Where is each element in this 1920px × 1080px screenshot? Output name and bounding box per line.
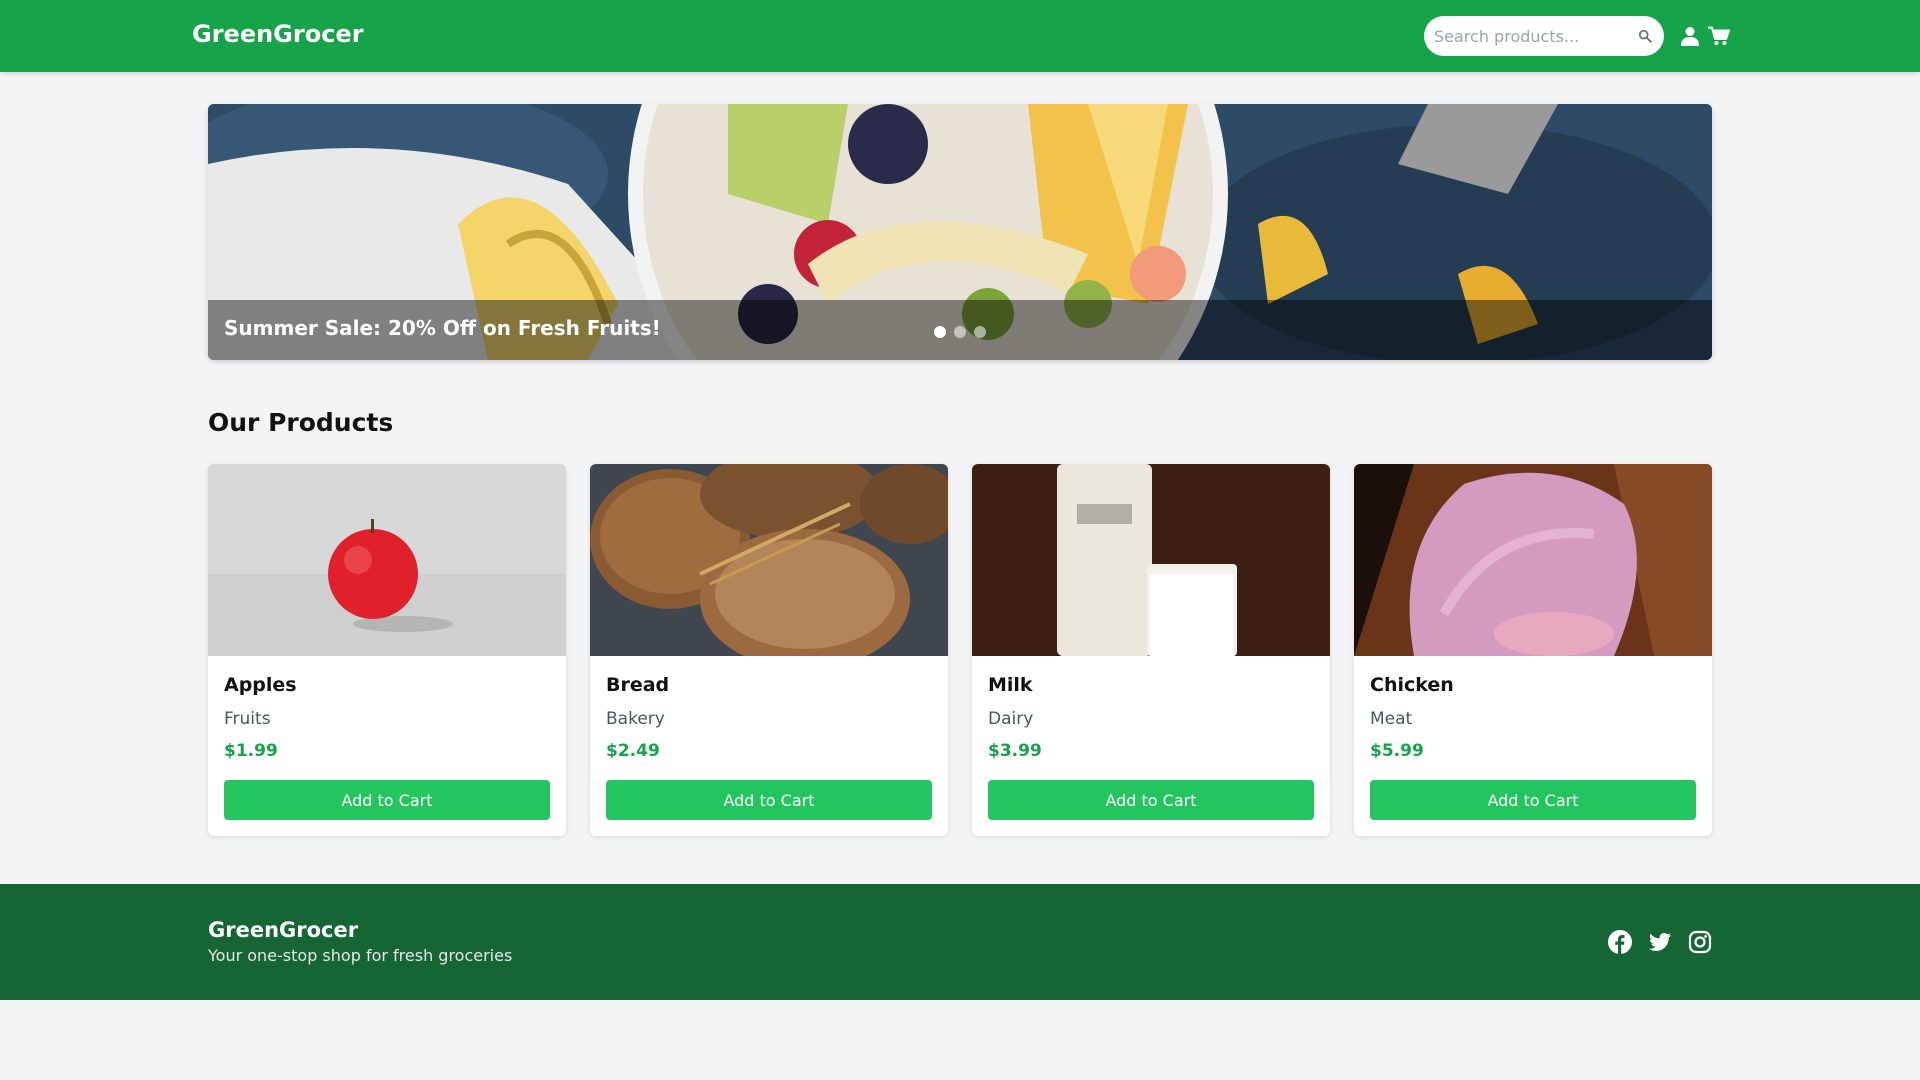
- instagram-icon[interactable]: [1688, 930, 1712, 954]
- product-name: Apples: [224, 674, 297, 696]
- product-price: $2.49: [606, 741, 660, 761]
- product-card: Chicken Meat $5.99 Add to Cart: [1354, 464, 1712, 836]
- carousel-indicators: [934, 326, 986, 338]
- add-to-cart-button[interactable]: Add to Cart: [224, 780, 550, 820]
- promo-banner[interactable]: Summer Sale: 20% Off on Fresh Fruits!: [208, 104, 1712, 360]
- banner-headline: Summer Sale: 20% Off on Fresh Fruits!: [224, 316, 661, 340]
- bread-image[interactable]: [590, 464, 948, 656]
- search-input[interactable]: [1424, 16, 1624, 56]
- product-name: Milk: [988, 674, 1033, 696]
- cart-icon[interactable]: [1708, 26, 1730, 46]
- search-box: [1424, 16, 1664, 56]
- site-header: GreenGrocer: [0, 0, 1920, 72]
- apple-image[interactable]: [208, 464, 566, 656]
- add-to-cart-button[interactable]: Add to Cart: [1370, 780, 1696, 820]
- product-category: Bakery: [606, 709, 665, 729]
- chicken-image[interactable]: [1354, 464, 1712, 656]
- product-name: Chicken: [1370, 674, 1454, 696]
- add-to-cart-button[interactable]: Add to Cart: [606, 780, 932, 820]
- product-category: Meat: [1370, 709, 1413, 729]
- products-heading: Our Products: [208, 408, 394, 437]
- footer-brand: GreenGrocer: [208, 918, 359, 942]
- footer-tagline: Your one-stop shop for fresh groceries: [208, 946, 513, 965]
- twitter-icon[interactable]: [1648, 930, 1672, 954]
- banner-caption: Summer Sale: 20% Off on Fresh Fruits!: [208, 300, 1712, 360]
- facebook-icon[interactable]: [1608, 930, 1632, 954]
- milk-image[interactable]: [972, 464, 1330, 656]
- user-icon[interactable]: [1680, 26, 1700, 46]
- add-to-cart-button[interactable]: Add to Cart: [988, 780, 1314, 820]
- product-category: Fruits: [224, 709, 271, 729]
- site-footer: GreenGrocer Your one-stop shop for fresh…: [0, 884, 1920, 1000]
- search-icon[interactable]: [1638, 29, 1652, 43]
- product-card: Bread Bakery $2.49 Add to Cart: [590, 464, 948, 836]
- product-category: Dairy: [988, 709, 1034, 729]
- product-price: $1.99: [224, 741, 278, 761]
- carousel-dot-1[interactable]: [934, 326, 946, 338]
- product-card: Milk Dairy $3.99 Add to Cart: [972, 464, 1330, 836]
- brand-logo[interactable]: GreenGrocer: [192, 20, 364, 48]
- product-grid: Apples Fruits $1.99 Add to Cart Bread Ba…: [208, 464, 1712, 836]
- product-card: Apples Fruits $1.99 Add to Cart: [208, 464, 566, 836]
- product-name: Bread: [606, 674, 670, 696]
- carousel-dot-2[interactable]: [954, 326, 966, 338]
- product-price: $3.99: [988, 741, 1042, 761]
- carousel-dot-3[interactable]: [974, 326, 986, 338]
- product-price: $5.99: [1370, 741, 1424, 761]
